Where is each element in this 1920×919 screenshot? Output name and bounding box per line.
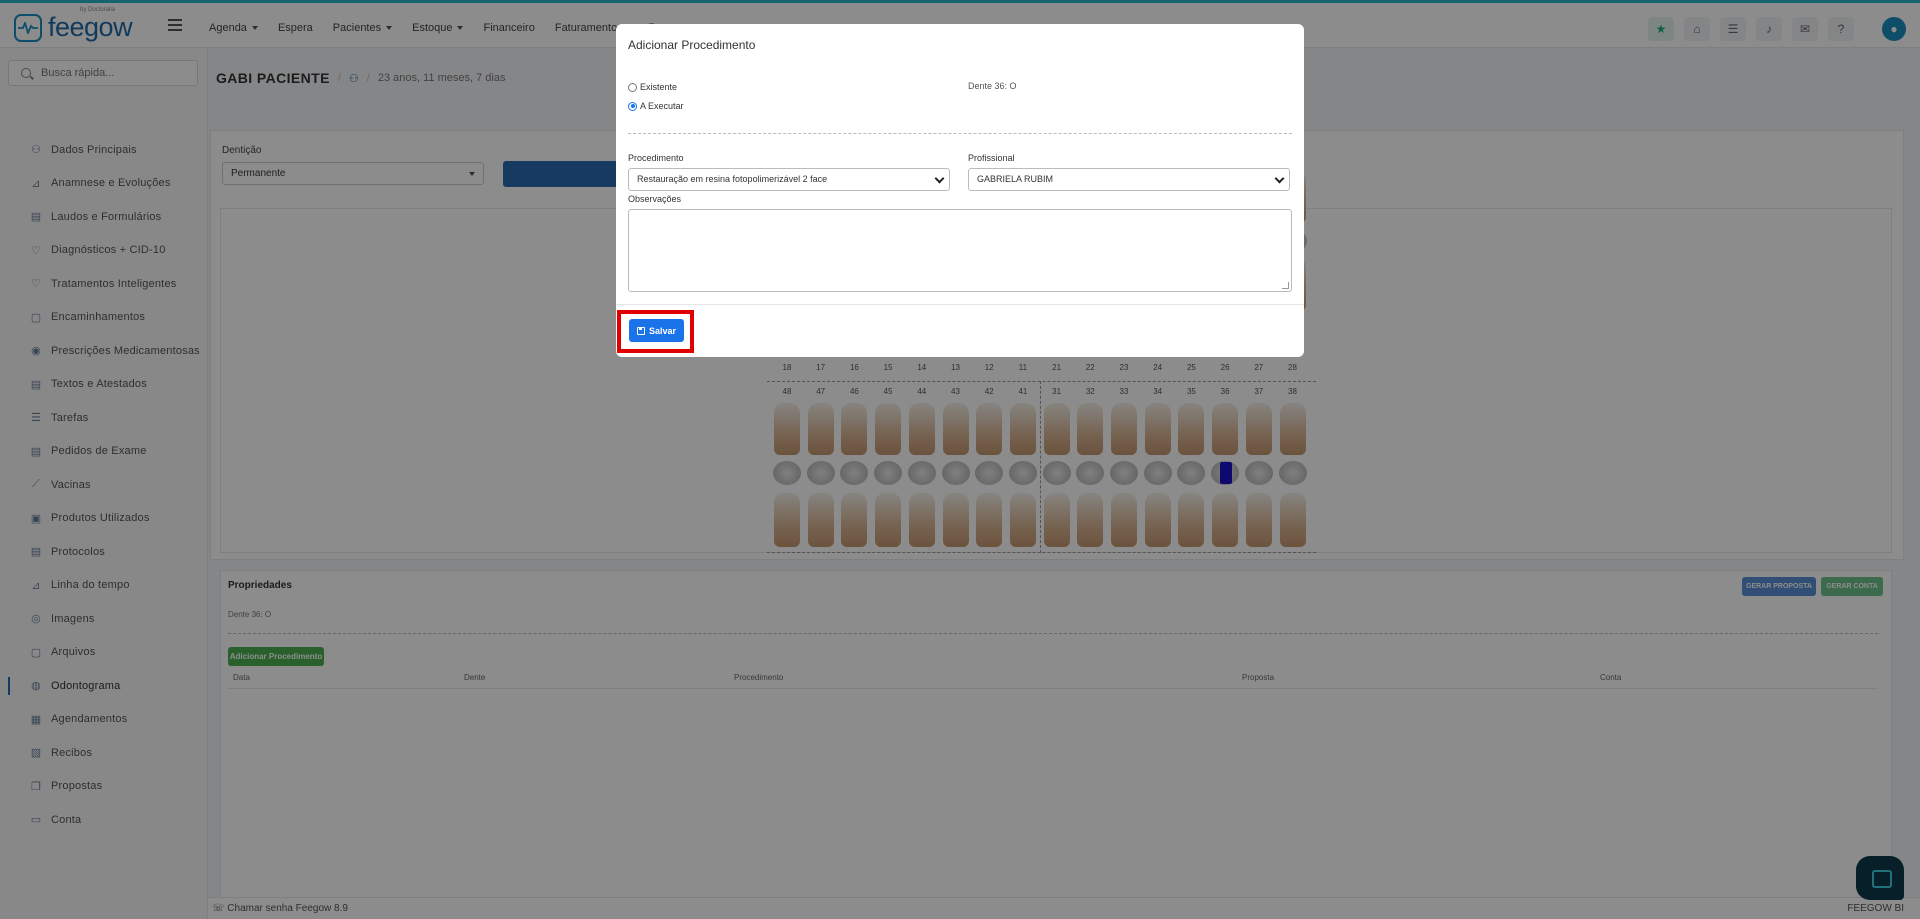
chevron-down-icon: [934, 173, 945, 184]
modal-footer-divider: [616, 304, 1304, 305]
save-button-highlight: [617, 310, 694, 353]
profissional-label: Profissional: [968, 153, 1015, 163]
procedimento-label: Procedimento: [628, 153, 684, 163]
modal-dente-info: Dente 36: O: [968, 81, 1017, 91]
observacoes-textarea[interactable]: [628, 209, 1292, 292]
profissional-select[interactable]: GABRIELA RUBIM: [968, 168, 1290, 191]
observacoes-label: Observações: [628, 194, 682, 204]
add-procedure-modal: Adicionar Procedimento Existente A Execu…: [616, 24, 1304, 357]
procedimento-select[interactable]: Restauração em resina fotopolimerizável …: [628, 168, 950, 191]
modal-divider: [628, 133, 1292, 134]
radio-a-executar[interactable]: A Executar: [628, 101, 684, 111]
radio-button[interactable]: [628, 82, 637, 92]
modal-title: Adicionar Procedimento: [628, 38, 756, 52]
radio-button-checked[interactable]: [628, 101, 637, 111]
radio-existente[interactable]: Existente: [628, 82, 677, 92]
chevron-down-icon: [1274, 173, 1285, 184]
